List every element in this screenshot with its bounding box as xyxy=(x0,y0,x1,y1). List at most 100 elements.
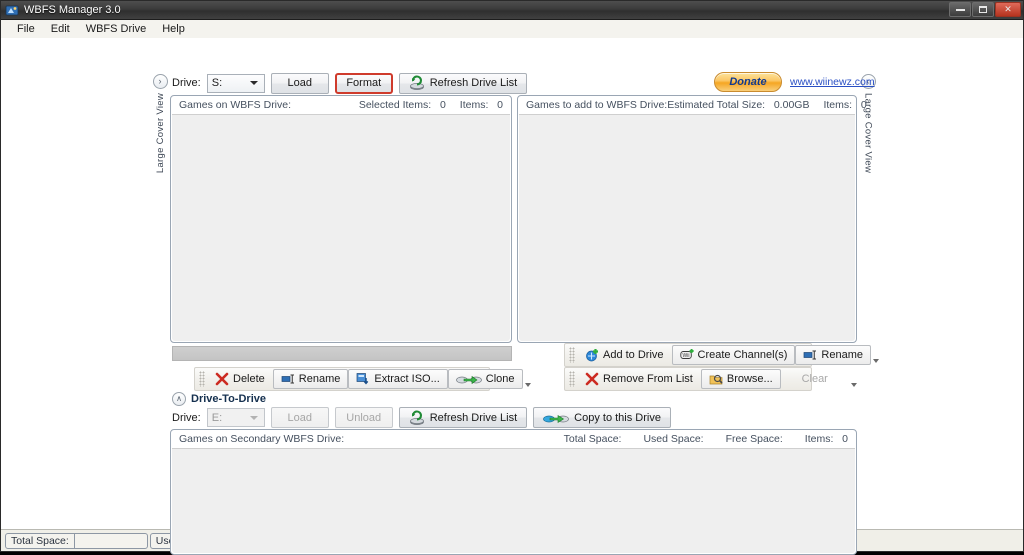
add-queue-actions-toolstrip: Add to Drive Wii Create Channel(s) xyxy=(564,343,812,367)
estimated-size-group: Estimated Total Size: 0.00GB xyxy=(667,99,809,111)
chevron-down-icon xyxy=(250,416,258,420)
client-area: › Large Cover View ‹ Large Cover View Dr… xyxy=(1,38,1023,529)
format-button[interactable]: Format xyxy=(335,73,393,94)
secondary-items-label: Items: xyxy=(805,433,834,445)
secondary-total-space-label: Total Space: xyxy=(564,433,622,445)
copy-to-this-drive-button[interactable]: Copy to this Drive xyxy=(533,407,671,428)
maximize-button[interactable] xyxy=(972,2,994,17)
right-items-value: 0 xyxy=(861,99,867,111)
games-to-add-title: Games to add to WBFS Drive: xyxy=(526,99,667,111)
secondary-refresh-drive-list-button[interactable]: Refresh Drive List xyxy=(399,407,527,428)
website-link[interactable]: www.wiinewz.com xyxy=(790,76,875,88)
drive-to-drive-section-header[interactable]: ∧ Drive-To-Drive xyxy=(172,392,266,406)
drive-select[interactable]: S: xyxy=(207,74,265,93)
desktop-background: WBFS Manager 3.0 ✕ File Edit WBFS Drive … xyxy=(0,0,1024,552)
left-items-label: Items: xyxy=(460,99,489,111)
clear-label: Clear xyxy=(802,373,828,385)
maximize-icon xyxy=(979,6,987,13)
clear-button[interactable]: Clear xyxy=(781,369,849,389)
games-on-wbfs-drive-panel: Games on WBFS Drive: Selected Items: 0 I… xyxy=(170,95,512,343)
secondary-wbfs-drive-panel: Games on Secondary WBFS Drive: Total Spa… xyxy=(170,429,857,555)
extract-iso-button[interactable]: Extract ISO... xyxy=(348,369,447,389)
selected-items-value: 0 xyxy=(440,99,446,111)
close-button[interactable]: ✕ xyxy=(995,2,1021,17)
status-total-space: Total Space: xyxy=(5,533,148,549)
donate-area: Donate www.wiinewz.com xyxy=(714,72,875,92)
refresh-drive-list-label: Refresh Drive List xyxy=(430,77,517,89)
toolstrip-grip[interactable] xyxy=(569,347,575,363)
add-to-drive-icon xyxy=(585,348,599,362)
refresh-drive-icon xyxy=(409,410,425,426)
create-channels-button[interactable]: Wii Create Channel(s) xyxy=(672,345,796,365)
copy-to-drive-icon xyxy=(543,410,569,426)
window-title: WBFS Manager 3.0 xyxy=(24,4,121,16)
games-on-wbfs-drive-title: Games on WBFS Drive: xyxy=(179,99,291,111)
games-on-wbfs-drive-list[interactable] xyxy=(172,114,510,341)
delete-label: Delete xyxy=(233,373,265,385)
window-titlebar[interactable]: WBFS Manager 3.0 ✕ xyxy=(1,1,1023,20)
secondary-items-value: 0 xyxy=(842,433,848,445)
selected-items-group: Selected Items: 0 xyxy=(359,99,446,111)
games-to-add-panel: Games to add to WBFS Drive: Estimated To… xyxy=(517,95,857,343)
toolstrip-overflow-button[interactable] xyxy=(523,368,533,390)
refresh-drive-icon xyxy=(409,75,425,91)
operation-progress-bar xyxy=(172,346,512,361)
selected-items-label: Selected Items: xyxy=(359,99,431,111)
games-to-add-list[interactable] xyxy=(519,114,855,341)
add-to-drive-button[interactable]: Add to Drive xyxy=(577,345,672,365)
rename-button[interactable]: Rename xyxy=(273,369,349,389)
close-icon: ✕ xyxy=(1004,5,1012,14)
menu-item-wbfs-drive[interactable]: WBFS Drive xyxy=(78,21,155,37)
wbfs-manager-window: WBFS Manager 3.0 ✕ File Edit WBFS Drive … xyxy=(0,0,1024,552)
clone-button[interactable]: Clone xyxy=(448,369,523,389)
app-icon xyxy=(5,3,19,17)
toolstrip-overflow-button[interactable] xyxy=(849,368,859,390)
refresh-drive-list-button[interactable]: Refresh Drive List xyxy=(399,73,527,94)
status-total-space-label: Total Space: xyxy=(6,534,75,548)
wbfs-drive-actions-toolstrip: Delete Rename xyxy=(194,367,490,391)
red-x-icon xyxy=(215,372,229,386)
secondary-items-group: Items: 0 xyxy=(805,433,848,445)
menu-item-help[interactable]: Help xyxy=(154,21,193,37)
estimated-size-value: 0.00GB xyxy=(774,99,810,111)
rename-textbox-icon xyxy=(281,372,295,386)
menu-item-file[interactable]: File xyxy=(9,21,43,37)
toolstrip-grip[interactable] xyxy=(569,371,575,387)
minimize-button[interactable] xyxy=(949,2,971,17)
right-items-label: Items: xyxy=(823,99,852,111)
donate-button[interactable]: Donate xyxy=(714,72,782,92)
toolstrip-overflow-button[interactable] xyxy=(871,344,881,366)
extract-iso-icon xyxy=(356,372,370,386)
menu-item-edit[interactable]: Edit xyxy=(43,21,78,37)
rename-queue-button[interactable]: Rename xyxy=(795,345,871,365)
drive-to-drive-toolbar: Drive: E: Load Unload xyxy=(172,407,671,428)
extract-iso-label: Extract ISO... xyxy=(374,373,439,385)
clone-label: Clone xyxy=(486,373,515,385)
rename-textbox-icon xyxy=(803,348,817,362)
right-items-group: Items: 0 xyxy=(823,99,866,111)
rename-label: Rename xyxy=(299,373,341,385)
secondary-drive-select[interactable]: E: xyxy=(207,408,265,427)
secondary-wbfs-drive-list[interactable] xyxy=(172,448,855,553)
secondary-drive-label: Drive: xyxy=(172,412,201,424)
minimize-icon xyxy=(956,9,965,11)
secondary-unload-button[interactable]: Unload xyxy=(335,407,393,428)
remove-from-list-button[interactable]: Remove From List xyxy=(577,369,701,389)
browse-label: Browse... xyxy=(727,373,773,385)
drive-select-value: S: xyxy=(212,77,250,89)
secondary-load-button[interactable]: Load xyxy=(271,407,329,428)
games-to-add-header: Games to add to WBFS Drive: Estimated To… xyxy=(518,96,856,113)
create-channels-label: Create Channel(s) xyxy=(698,349,788,361)
primary-toolbar: Drive: S: Load Format xyxy=(172,72,527,94)
load-button[interactable]: Load xyxy=(271,73,329,94)
chevron-down-icon xyxy=(250,81,258,85)
delete-button[interactable]: Delete xyxy=(207,369,273,389)
expand-left-cover-view-button[interactable]: › xyxy=(153,74,168,89)
secondary-drive-select-value: E: xyxy=(212,412,250,424)
left-cover-view-rail: › Large Cover View xyxy=(152,74,168,173)
secondary-panel-title: Games on Secondary WBFS Drive: xyxy=(179,433,344,445)
browse-button[interactable]: Browse... xyxy=(701,369,781,389)
create-channel-icon: Wii xyxy=(680,348,694,362)
toolstrip-grip[interactable] xyxy=(199,371,205,387)
collapse-drive-to-drive-button[interactable]: ∧ xyxy=(172,392,186,406)
